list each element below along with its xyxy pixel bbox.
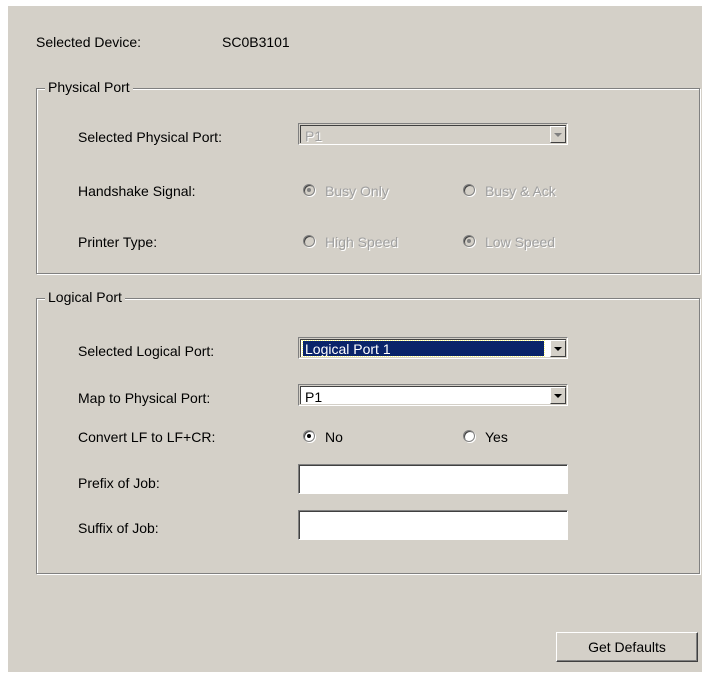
physical-port-legend: Physical Port — [45, 79, 133, 95]
printer-type-label: Printer Type: — [78, 234, 158, 250]
settings-panel: Selected Device: SC0B3101 Physical Port … — [8, 6, 702, 672]
chevron-down-icon[interactable] — [550, 126, 566, 143]
selected-logical-port-dropdown[interactable]: Logical Port 1 — [298, 337, 568, 359]
handshake-busy-ack-radio[interactable] — [463, 184, 475, 196]
selected-device-value: SC0B3101 — [222, 34, 290, 50]
suffix-of-job-input[interactable] — [298, 510, 568, 540]
printer-high-speed-radio[interactable] — [303, 235, 315, 247]
selected-logical-port-value: Logical Port 1 — [302, 340, 545, 357]
map-to-physical-port-dropdown[interactable]: P1 — [298, 384, 568, 406]
convert-yes-label: Yes — [485, 429, 508, 445]
chevron-down-icon[interactable] — [550, 340, 566, 357]
handshake-busy-only-label: Busy Only — [325, 183, 389, 199]
get-defaults-button[interactable]: Get Defaults — [556, 632, 698, 662]
prefix-of-job-input[interactable] — [298, 464, 568, 494]
convert-yes-radio[interactable] — [463, 430, 475, 442]
convert-lf-label: Convert LF to LF+CR: — [78, 429, 216, 445]
logical-port-legend: Logical Port — [45, 289, 125, 305]
printer-high-speed-label: High Speed — [325, 234, 399, 250]
suffix-of-job-label: Suffix of Job: — [78, 520, 159, 536]
selected-physical-port-value: P1 — [305, 128, 323, 144]
convert-no-radio[interactable] — [303, 430, 315, 442]
convert-no-label: No — [325, 429, 343, 445]
chevron-down-icon[interactable] — [550, 387, 566, 404]
selected-logical-port-label: Selected Logical Port: — [78, 343, 215, 359]
selected-device-label: Selected Device: — [36, 34, 142, 50]
printer-low-speed-label: Low Speed — [485, 234, 556, 250]
map-to-physical-port-label: Map to Physical Port: — [78, 390, 211, 406]
map-to-physical-port-value: P1 — [305, 389, 323, 405]
handshake-busy-only-radio[interactable] — [303, 184, 315, 196]
handshake-signal-label: Handshake Signal: — [78, 183, 196, 199]
selected-physical-port-dropdown[interactable]: P1 — [298, 123, 568, 145]
printer-low-speed-radio[interactable] — [463, 235, 475, 247]
selected-physical-port-label: Selected Physical Port: — [78, 129, 222, 145]
prefix-of-job-label: Prefix of Job: — [78, 475, 160, 491]
handshake-busy-ack-label: Busy & Ack — [485, 183, 556, 199]
